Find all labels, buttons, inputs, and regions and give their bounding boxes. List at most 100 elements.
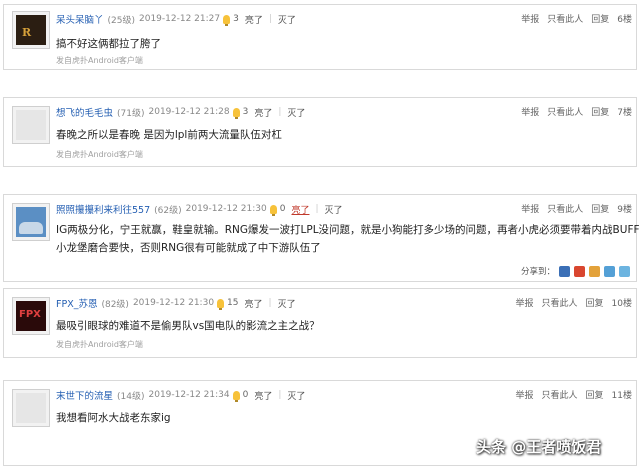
extinguish-button[interactable]: 灭了 bbox=[278, 297, 296, 310]
floor-number: 9楼 bbox=[617, 205, 632, 215]
content-line: 我想看阿水大战老东家ig bbox=[56, 412, 171, 424]
user-level: (25级) bbox=[107, 15, 135, 26]
avatar[interactable]: FPX bbox=[12, 297, 50, 335]
share-qzone-icon[interactable] bbox=[589, 265, 600, 277]
divider: | bbox=[268, 298, 272, 308]
post-meta: FPX_苏恩 (82级) 2019-12-12 21:30 15 亮了 | 灭了 bbox=[56, 296, 302, 310]
floor-number: 11楼 bbox=[611, 391, 632, 401]
only-this-user-link[interactable]: 只看此人 bbox=[547, 105, 583, 118]
post-source: 发自虎扑Android客户端 bbox=[56, 340, 143, 349]
username-link[interactable]: 想飞的毛毛虫 bbox=[56, 105, 113, 119]
share-weibo-icon[interactable] bbox=[559, 265, 570, 277]
post-time: 2019-12-12 21:27 bbox=[139, 14, 221, 24]
reply-link[interactable]: 回复 bbox=[591, 202, 609, 215]
avatar-letter: R bbox=[22, 26, 32, 39]
like-button[interactable]: 亮了 bbox=[245, 297, 263, 310]
post-time: 2019-12-12 21:28 bbox=[148, 107, 230, 117]
post-content: 搞不好这俩都拉了胯了 bbox=[56, 35, 161, 53]
like-count: 0 bbox=[279, 204, 286, 214]
lightbulb-icon bbox=[232, 390, 240, 402]
avatar[interactable]: R bbox=[12, 11, 50, 49]
post-actions: 举报 只看此人 回复 10楼 bbox=[508, 296, 633, 309]
avatar-shape bbox=[19, 222, 43, 234]
content-line: 春晚之所以是春晚 是因为lpl前两大流量队伍对杠 bbox=[56, 129, 282, 141]
post-source: 发自虎扑Android客户端 bbox=[56, 150, 143, 159]
post-content: 春晚之所以是春晚 是因为lpl前两大流量队伍对杠 bbox=[56, 126, 282, 144]
reply-link[interactable]: 回复 bbox=[586, 296, 604, 309]
share-label: 分享到： bbox=[520, 267, 555, 277]
content-line: 小龙堡磨合要快，否则RNG很有可能就成了中下游队伍了 bbox=[56, 242, 321, 254]
like-count: 15 bbox=[227, 298, 239, 308]
only-this-user-link[interactable]: 只看此人 bbox=[542, 296, 578, 309]
avatar[interactable] bbox=[12, 389, 50, 427]
user-level: (62级) bbox=[154, 205, 182, 216]
username-link[interactable]: 照照攥攥利来利往557 bbox=[56, 202, 150, 216]
divider: | bbox=[278, 107, 282, 117]
share-sina-icon[interactable] bbox=[574, 265, 585, 277]
reply-link[interactable]: 回复 bbox=[591, 12, 609, 25]
lightbulb-icon bbox=[223, 14, 231, 26]
post-time: 2019-12-12 21:34 bbox=[148, 390, 230, 400]
watermark: 头条 @王者喷饭君 bbox=[476, 438, 602, 456]
like-count: 3 bbox=[242, 107, 249, 117]
divider: | bbox=[278, 390, 282, 400]
post-actions: 举报 只看此人 回复 6楼 bbox=[513, 12, 632, 25]
report-link[interactable]: 举报 bbox=[521, 12, 539, 25]
post-actions: 举报 只看此人 回复 9楼 bbox=[513, 202, 632, 215]
like-button[interactable]: 亮了 bbox=[245, 13, 263, 26]
reply-post: FPX FPX_苏恩 (82级) 2019-12-12 21:30 15 亮了 … bbox=[3, 288, 637, 358]
floor-number: 7楼 bbox=[617, 108, 632, 118]
lightbulb-icon bbox=[232, 107, 240, 119]
report-link[interactable]: 举报 bbox=[516, 388, 534, 401]
avatar[interactable] bbox=[12, 106, 50, 144]
divider: | bbox=[268, 14, 272, 24]
post-meta: 呆头呆脑丫 (25级) 2019-12-12 21:27 3 亮了 | 灭了 bbox=[56, 12, 302, 26]
share-bar: 分享到： bbox=[521, 265, 630, 277]
user-level: (82级) bbox=[101, 299, 129, 310]
only-this-user-link[interactable]: 只看此人 bbox=[547, 202, 583, 215]
post-meta: 照照攥攥利来利往557 (62级) 2019-12-12 21:30 0 亮了 … bbox=[56, 202, 349, 216]
reply-post: 照照攥攥利来利往557 (62级) 2019-12-12 21:30 0 亮了 … bbox=[3, 194, 640, 282]
extinguish-button[interactable]: 灭了 bbox=[325, 203, 343, 216]
content-line: IG两极分化，宁王就赢，鞋皇就输。RNG爆发一波打LPL没问题，就是小狗能打多少… bbox=[56, 224, 640, 236]
post-meta: 末世下的流星 (14级) 2019-12-12 21:34 0 亮了 | 灭了 bbox=[56, 388, 311, 402]
username-link[interactable]: 呆头呆脑丫 bbox=[56, 12, 104, 26]
report-link[interactable]: 举报 bbox=[521, 105, 539, 118]
post-actions: 举报 只看此人 回复 7楼 bbox=[513, 105, 632, 118]
extinguish-button[interactable]: 灭了 bbox=[278, 13, 296, 26]
extinguish-button[interactable]: 灭了 bbox=[287, 389, 305, 402]
floor-number: 10楼 bbox=[611, 299, 632, 309]
post-content: 我想看阿水大战老东家ig bbox=[56, 409, 171, 427]
reply-post: R 呆头呆脑丫 (25级) 2019-12-12 21:27 3 亮了 | 灭了… bbox=[3, 4, 637, 70]
post-content: IG两极分化，宁王就赢，鞋皇就输。RNG爆发一波打LPL没问题，就是小狗能打多少… bbox=[56, 221, 640, 257]
post-actions: 举报 只看此人 回复 11楼 bbox=[508, 388, 633, 401]
share-tencent-icon[interactable] bbox=[604, 265, 615, 277]
avatar[interactable] bbox=[12, 203, 50, 241]
like-count: 0 bbox=[242, 390, 249, 400]
share-more-icon[interactable] bbox=[619, 265, 630, 277]
like-button[interactable]: 亮了 bbox=[254, 389, 272, 402]
post-meta: 想飞的毛毛虫 (71级) 2019-12-12 21:28 3 亮了 | 灭了 bbox=[56, 105, 311, 119]
post-content: 最吸引眼球的难道不是偷男队vs国电队的影流之主之战？ bbox=[56, 317, 320, 335]
avatar-logo: FPX bbox=[19, 309, 41, 320]
like-button[interactable]: 亮了 bbox=[254, 106, 272, 119]
reply-post: 想飞的毛毛虫 (71级) 2019-12-12 21:28 3 亮了 | 灭了 … bbox=[3, 97, 637, 167]
post-time: 2019-12-12 21:30 bbox=[185, 204, 267, 214]
like-button[interactable]: 亮了 bbox=[291, 203, 309, 216]
floor-number: 6楼 bbox=[617, 15, 632, 25]
like-count: 3 bbox=[233, 14, 239, 24]
post-time: 2019-12-12 21:30 bbox=[132, 298, 215, 308]
reply-link[interactable]: 回复 bbox=[591, 105, 609, 118]
username-link[interactable]: 末世下的流星 bbox=[56, 388, 113, 402]
post-source: 发自虎扑Android客户端 bbox=[56, 56, 143, 65]
user-level: (71级) bbox=[117, 108, 145, 119]
report-link[interactable]: 举报 bbox=[521, 202, 539, 215]
username-link[interactable]: FPX_苏恩 bbox=[56, 296, 97, 310]
only-this-user-link[interactable]: 只看此人 bbox=[542, 388, 578, 401]
extinguish-button[interactable]: 灭了 bbox=[287, 106, 305, 119]
only-this-user-link[interactable]: 只看此人 bbox=[547, 12, 583, 25]
divider: | bbox=[315, 204, 319, 214]
lightbulb-icon bbox=[269, 204, 277, 216]
report-link[interactable]: 举报 bbox=[516, 296, 534, 309]
reply-link[interactable]: 回复 bbox=[586, 388, 604, 401]
